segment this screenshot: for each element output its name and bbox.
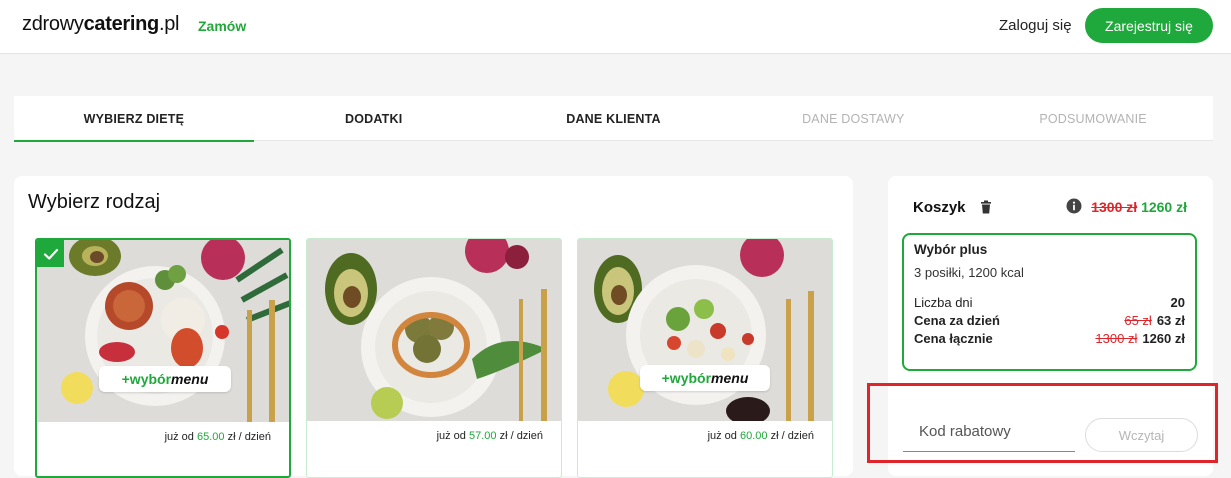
promo-code-input[interactable] (903, 412, 1075, 452)
per-day-label: Cena za dzień (914, 313, 1000, 328)
price-value: 65.00 (196, 431, 225, 443)
total-row: Cena łącznie 1300 zł 1260 zł (914, 331, 1185, 346)
diet-option-card[interactable]: +wybór menu już od 65.00 zł / dzień (35, 238, 291, 478)
diet-photo (37, 240, 289, 422)
diet-price: już od 60.00 zł / dzień (708, 430, 814, 442)
total-label: Cena łącznie (914, 331, 993, 346)
apply-promo-button[interactable]: Wczytaj (1085, 418, 1198, 452)
days-value: 20 (1170, 295, 1185, 310)
step-choose-diet[interactable]: WYBIERZ DIETĘ (14, 96, 254, 142)
badge-menu: menu (711, 370, 749, 386)
total-new: 1260 zł (1142, 331, 1185, 346)
logo-prefix: zdrowy (22, 13, 84, 35)
cart-title: Koszyk (913, 199, 966, 216)
logo-bold: catering (83, 13, 160, 35)
badge-plus: +wybór (661, 370, 712, 386)
wybor-menu-badge: +wybór menu (640, 365, 770, 391)
promo-code-section: Wczytaj (867, 383, 1218, 463)
diet-photo (307, 239, 561, 421)
price-suffix: zł / dzień (499, 430, 543, 442)
price-suffix: zł / dzień (770, 430, 814, 442)
diet-photo (578, 239, 832, 421)
per-day-row: Cena za dzień 65 zł 63 zł (914, 313, 1185, 328)
days-row: Liczba dni 20 (914, 295, 1185, 310)
cart-item-desc: 3 posiłki, 1200 kcal (914, 265, 1024, 280)
order-link[interactable]: Zamów (198, 18, 246, 34)
step-client-data[interactable]: DANE KLIENTA (494, 96, 734, 141)
step-delivery-data: DANE DOSTAWY (802, 111, 905, 126)
days-label: Liczba dni (914, 295, 973, 310)
step-summary: PODSUMOWANIE (1039, 111, 1147, 126)
cart-item-name: Wybór plus (914, 242, 988, 257)
register-button[interactable]: Zarejestruj się (1085, 8, 1213, 43)
logo-suffix: .pl (158, 13, 180, 35)
price-value: 60.00 (739, 430, 768, 442)
cart-total-old: 1300 zł (1091, 199, 1138, 215)
login-link[interactable]: Zaloguj się (999, 17, 1072, 34)
selected-check-icon (37, 240, 64, 267)
price-prefix: już od (707, 430, 737, 442)
per-day-new: 63 zł (1156, 313, 1185, 328)
trash-icon[interactable] (980, 200, 992, 219)
price-prefix: już od (164, 431, 194, 443)
info-icon[interactable] (1066, 198, 1082, 219)
logo[interactable]: zdrowycatering.pl (22, 13, 180, 36)
top-bar: zdrowycatering.pl Zamów Zaloguj się Zare… (0, 0, 1231, 54)
badge-plus: +wybór (121, 371, 172, 387)
price-prefix: już od (436, 430, 466, 442)
cart-total: 1300 zł 1260 zł (1091, 199, 1187, 215)
per-day-old: 65 zł (1124, 313, 1152, 328)
diet-selection-panel: Wybierz rodzaj +wybór menu już od 65.00 … (14, 176, 853, 478)
price-value: 57.00 (468, 430, 497, 442)
wybor-menu-badge: +wybór menu (99, 366, 231, 392)
diet-price: już od 65.00 zł / dzień (165, 431, 271, 443)
price-suffix: zł / dzień (227, 431, 271, 443)
checkout-steps: WYBIERZ DIETĘ DODATKI DANE KLIENTA DANE … (14, 96, 1213, 142)
diet-price: już od 57.00 zł / dzień (437, 430, 543, 442)
cart-item: Wybór plus 3 posiłki, 1200 kcal Liczba d… (902, 233, 1197, 371)
badge-menu: menu (171, 371, 209, 387)
cart-total-new: 1260 zł (1141, 199, 1187, 215)
section-title: Wybierz rodzaj (28, 191, 161, 213)
total-old: 1300 zł (1095, 331, 1138, 346)
diet-option-card[interactable]: już od 57.00 zł / dzień (306, 238, 562, 478)
step-addons[interactable]: DODATKI (254, 96, 494, 141)
diet-option-card[interactable]: +wybór menu już od 60.00 zł / dzień (577, 238, 833, 478)
